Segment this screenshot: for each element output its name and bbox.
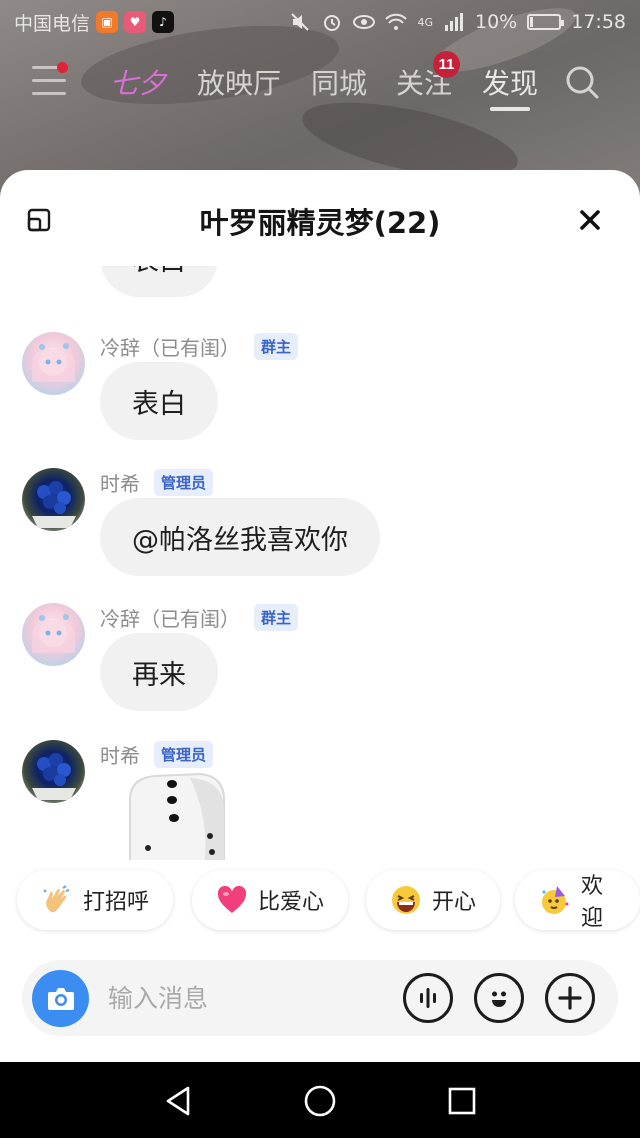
recorder-app-icon: ▣ xyxy=(96,11,119,33)
plus-icon xyxy=(558,986,582,1010)
quick-reply-chip[interactable]: 比爱心 xyxy=(192,870,349,930)
close-icon[interactable] xyxy=(576,206,604,234)
message-bubble[interactable]: 再来 xyxy=(100,633,218,711)
sender-name[interactable]: 冷辞（已有闺） xyxy=(100,603,240,632)
tiktok-icon: ♪ xyxy=(152,11,175,33)
role-badge: 管理员 xyxy=(154,741,214,768)
message-input[interactable] xyxy=(108,974,388,1022)
sender-name[interactable]: 冷辞（已有闺） xyxy=(100,332,240,361)
home-icon[interactable] xyxy=(303,1084,337,1118)
network-type-label: 4G xyxy=(417,15,433,29)
smiley-icon xyxy=(492,991,506,1007)
search-icon[interactable] xyxy=(565,65,599,99)
sender-name[interactable]: 时希 xyxy=(100,468,140,497)
party-face-icon xyxy=(539,884,571,916)
message-bubble[interactable]: @帕洛丝我喜欢你 xyxy=(100,498,380,576)
camera-icon xyxy=(47,987,74,1010)
eye-comfort-icon xyxy=(353,11,376,33)
voice-button[interactable] xyxy=(403,973,453,1023)
carrier-label: 中国电信 xyxy=(14,12,91,35)
quick-reply-label: 比爱心 xyxy=(258,890,325,915)
tab-qixi[interactable]: 七夕 xyxy=(110,62,166,102)
quick-reply-chip[interactable]: 开心 xyxy=(366,870,501,930)
active-tab-indicator xyxy=(490,107,530,111)
quick-reply-label: 打招呼 xyxy=(83,890,150,915)
heart-icon xyxy=(216,884,248,916)
sender-row: 冷辞（已有闺） 群主 xyxy=(100,332,299,361)
role-badge: 群主 xyxy=(254,604,299,631)
message-input-bar xyxy=(22,960,618,1036)
status-bar: 中国电信 ▣ ♥ ♪ 4G 10% 17:58 xyxy=(0,0,640,44)
system-navigation-bar xyxy=(0,1062,640,1138)
avatar[interactable] xyxy=(22,332,85,395)
quick-reply-label: 欢迎 xyxy=(581,874,604,931)
wifi-icon xyxy=(385,11,408,33)
voice-wave-icon xyxy=(420,988,436,1008)
battery-percent: 10% xyxy=(475,11,518,33)
avatar[interactable] xyxy=(22,740,85,803)
sender-row: 时希 管理员 xyxy=(100,740,214,769)
message-list[interactable]: 表白 冷辞（已有闺） 群主 表白 时希 管理员 @帕洛丝我喜欢你 xyxy=(0,266,640,860)
alarm-icon xyxy=(321,11,343,33)
more-button[interactable] xyxy=(545,973,595,1023)
message-bubble[interactable]: 表白 xyxy=(100,362,218,440)
quick-reply-chip[interactable]: 打招呼 xyxy=(17,870,174,930)
role-badge: 管理员 xyxy=(154,469,214,496)
panel-header: 叶罗丽精灵梦(22) xyxy=(0,170,640,266)
back-icon[interactable] xyxy=(162,1084,196,1118)
mute-icon xyxy=(289,11,311,33)
quick-reply-label: 开心 xyxy=(432,890,477,915)
avatar[interactable] xyxy=(22,603,85,666)
menu-notification-dot xyxy=(57,62,68,73)
panel-title: 叶罗丽精灵梦(22) xyxy=(199,206,441,240)
tab-local[interactable]: 同城 xyxy=(311,62,367,102)
tab-theater[interactable]: 放映厅 xyxy=(197,62,281,102)
camera-button[interactable] xyxy=(32,970,89,1027)
sender-name[interactable]: 时希 xyxy=(100,740,140,769)
recent-apps-icon[interactable] xyxy=(445,1084,479,1118)
clock: 17:58 xyxy=(571,11,626,33)
battery-icon xyxy=(527,14,565,30)
quick-reply-chip[interactable]: 欢迎 xyxy=(515,870,640,931)
role-badge: 群主 xyxy=(254,333,299,360)
sender-row: 冷辞（已有闺） 群主 xyxy=(100,603,299,632)
avatar[interactable] xyxy=(22,468,85,531)
waving-hand-icon xyxy=(41,884,73,916)
tab-discover[interactable]: 发现 xyxy=(482,62,538,102)
message-bubble[interactable]: 表白 xyxy=(100,266,218,297)
quick-reply-bar[interactable]: 打招呼 比爱心 开心 欢迎 xyxy=(0,870,640,932)
app-notification-icon: ♥ xyxy=(124,11,147,33)
sender-row: 时希 管理员 xyxy=(100,468,214,497)
top-navigation: 七夕 放映厅 同城 关注 发现 xyxy=(0,52,640,112)
following-badge: 11 xyxy=(433,51,460,78)
emoji-button[interactable] xyxy=(474,973,524,1023)
laughing-face-icon xyxy=(390,884,422,916)
dice-sticker[interactable] xyxy=(120,770,230,860)
signal-icon xyxy=(443,11,465,33)
